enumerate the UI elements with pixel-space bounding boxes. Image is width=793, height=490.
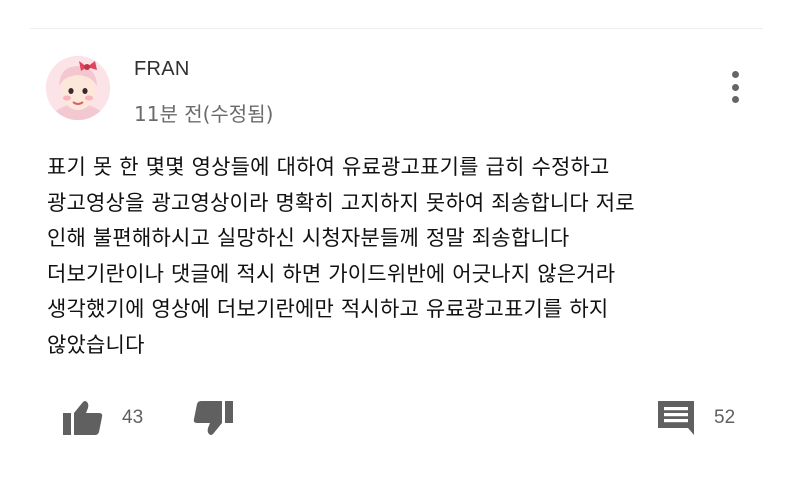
divider [30, 28, 763, 29]
comment-timestamp: 11분 전(수정됨) [134, 102, 274, 126]
more-vertical-icon [731, 83, 739, 91]
more-vertical-icon [731, 71, 739, 78]
reply-count: 52 [714, 407, 736, 428]
comment-line: 표기 못 한 몇몇 영상들에 대하여 유료광고표기를 급히 수정하고 [47, 155, 610, 179]
comment-icon [656, 399, 696, 437]
comment-author[interactable]: FRAN [134, 58, 190, 81]
reply-button[interactable]: 52 [656, 398, 735, 438]
comment-line: 광고영상을 광고영상이라 명확히 고지하지 못하여 죄송합니다 저로 [47, 190, 635, 215]
thumbs-down-icon [192, 399, 234, 437]
comment-line: 더보기란이나 댓글에 적시 하면 가이드위반에 어긋나지 않은거라 [47, 261, 616, 286]
avatar[interactable] [46, 56, 110, 120]
comment-text: 표기 못 한 몇몇 영상들에 대하여 유료광고표기를 급히 수정하고 광고영상을… [47, 150, 767, 363]
dislike-button[interactable] [192, 398, 234, 438]
comment-line: 생각했기에 영상에 더보기란에만 적시하고 유료광고표기를 하지 [47, 297, 609, 321]
like-button[interactable]: 43 [62, 398, 143, 438]
thumbs-up-icon [62, 399, 104, 437]
avatar-image [46, 56, 110, 120]
more-vertical-icon [731, 96, 739, 103]
more-options-button[interactable] [722, 68, 748, 106]
comment-card: FRAN 11분 전(수정됨) 표기 못 한 몇몇 영상들에 대하여 유료광고표… [0, 0, 793, 490]
comment-line: 인해 불편해하시고 실망하신 시청자분들께 정말 죄송합니다 [47, 226, 570, 250]
like-count: 43 [122, 407, 144, 428]
comment-line: 않았습니다 [47, 332, 145, 357]
